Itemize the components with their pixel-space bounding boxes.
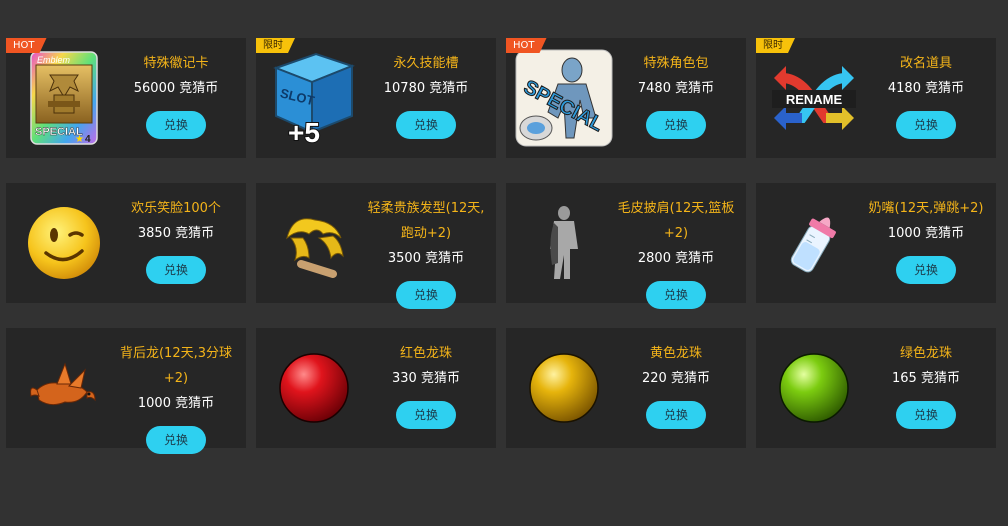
redeem-button[interactable]: 兑换 [396, 111, 456, 139]
green-orb-icon [764, 338, 864, 438]
smiley-face-icon [14, 193, 114, 293]
shop-item-card: 欢乐笑脸100个 3850 竞猜币 兑换 [6, 183, 246, 303]
item-name: 永久技能槽 [393, 56, 459, 71]
rename-text: RENAME [786, 92, 843, 107]
shop-item-card: 限时 SLOT +5 永久技能槽 10780 竞猜币 兑换 [256, 38, 496, 158]
redeem-button[interactable]: 兑换 [146, 426, 206, 454]
item-price: 2800 竞猜币 [637, 251, 715, 266]
special-character-pack-icon: SPECIAL [514, 48, 614, 148]
shop-grid: HOT Emblem SPECIAL 4 ★ 特殊徽记卡 56000 竞猜币 兑… [0, 0, 1008, 526]
redeem-button[interactable]: 兑换 [396, 281, 456, 309]
item-name: 奶嘴(12天,弹跳+2) [868, 201, 984, 216]
shop-item-card: HOT Emblem SPECIAL 4 ★ 特殊徽记卡 56000 竞猜币 兑… [6, 38, 246, 158]
shop-item-card: 限时 RENAME 改名道具 4180 竞猜币 兑换 [756, 38, 996, 158]
redeem-button[interactable]: 兑换 [896, 256, 956, 284]
hairstyle-icon [264, 193, 364, 293]
item-name: 毛皮披肩(12天,篮板+2) [617, 201, 735, 241]
item-price: 4180 竞猜币 [887, 81, 965, 96]
item-name: 黄色龙珠 [649, 346, 702, 361]
item-price: 330 竞猜币 [392, 371, 460, 386]
item-name: 红色龙珠 [399, 346, 452, 361]
shop-item-card: 奶嘴(12天,弹跳+2) 1000 竞猜币 兑换 [756, 183, 996, 303]
item-price: 3850 竞猜币 [137, 226, 215, 241]
emblem-title: Emblem [37, 55, 71, 65]
item-name: 特殊徽记卡 [143, 56, 209, 71]
item-price: 56000 竞猜币 [133, 81, 219, 96]
item-price: 165 竞猜币 [892, 371, 960, 386]
shop-item-card: 黄色龙珠 220 竞猜币 兑换 [506, 328, 746, 448]
red-orb-icon [264, 338, 364, 438]
item-price: 220 竞猜币 [642, 371, 710, 386]
yellow-orb-icon [514, 338, 614, 438]
redeem-button[interactable]: 兑换 [146, 256, 206, 284]
emblem-card-icon: Emblem SPECIAL 4 ★ [14, 48, 114, 148]
shop-item-card: 背后龙(12天,3分球+2) 1000 竞猜币 兑换 [6, 328, 246, 454]
dragon-icon [14, 338, 114, 438]
item-price: 3500 竞猜币 [387, 251, 465, 266]
item-name: 欢乐笑脸100个 [131, 201, 221, 216]
item-name: 改名道具 [899, 56, 952, 71]
hot-badge: HOT [506, 38, 547, 53]
slot-plus: +5 [288, 117, 320, 146]
shop-item-card: HOT SPECIAL 特殊角色包 7480 竞猜币 兑换 [506, 38, 746, 158]
redeem-button[interactable]: 兑换 [896, 111, 956, 139]
item-price: 1000 竞猜币 [137, 396, 215, 411]
item-name: 绿色龙珠 [899, 346, 952, 361]
item-price: 7480 竞猜币 [637, 81, 715, 96]
fur-shawl-icon [514, 193, 614, 293]
item-name: 轻柔贵族发型(12天,跑动+2) [367, 201, 485, 241]
redeem-button[interactable]: 兑换 [646, 111, 706, 139]
item-price: 10780 竞猜币 [383, 81, 469, 96]
item-name: 特殊角色包 [643, 56, 709, 71]
item-price: 1000 竞猜币 [887, 226, 965, 241]
redeem-button[interactable]: 兑换 [646, 281, 706, 309]
baby-bottle-icon [764, 193, 864, 293]
emblem-level: 4 [85, 134, 91, 145]
slot-box-icon: SLOT +5 [264, 48, 364, 148]
rename-icon: RENAME [764, 48, 864, 148]
shop-item-card: 红色龙珠 330 竞猜币 兑换 [256, 328, 496, 448]
redeem-button[interactable]: 兑换 [146, 111, 206, 139]
item-name: 背后龙(12天,3分球+2) [119, 346, 233, 386]
shop-item-card: 绿色龙珠 165 竞猜币 兑换 [756, 328, 996, 448]
redeem-button[interactable]: 兑换 [896, 401, 956, 429]
svg-text:★: ★ [75, 134, 84, 145]
redeem-button[interactable]: 兑换 [396, 401, 456, 429]
shop-item-card: 毛皮披肩(12天,篮板+2) 2800 竞猜币 兑换 [506, 183, 746, 309]
shop-item-card: 轻柔贵族发型(12天,跑动+2) 3500 竞猜币 兑换 [256, 183, 496, 309]
redeem-button[interactable]: 兑换 [646, 401, 706, 429]
hot-badge: HOT [6, 38, 47, 53]
